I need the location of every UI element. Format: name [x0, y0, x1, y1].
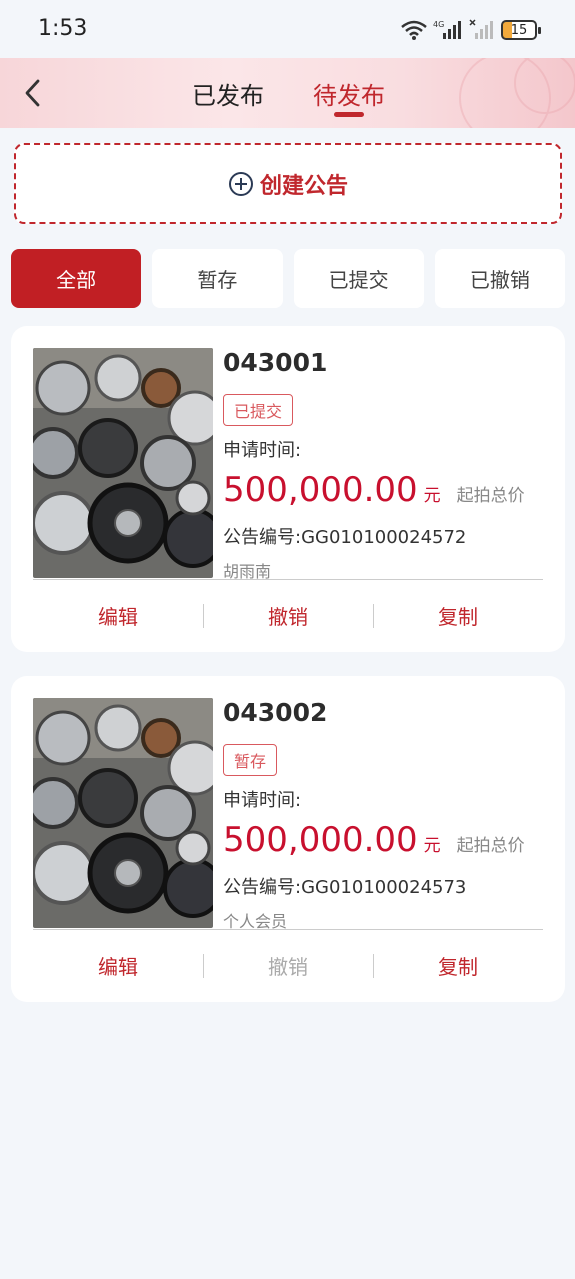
- price-type-label: 起拍总价: [456, 486, 525, 506]
- status-icons: 4G 15: [401, 18, 541, 42]
- status-badge: 暂存: [223, 744, 278, 776]
- wheel-rims-photo: [33, 348, 213, 578]
- announcement-card[interactable]: 043001 已提交 申请时间: 500,000.00 元 起拍总价 公告编号:…: [11, 326, 565, 652]
- status-time: 1:53: [38, 16, 88, 41]
- battery-icon: 15: [501, 20, 541, 40]
- tab-published[interactable]: 已发布: [192, 76, 264, 116]
- revoke-button[interactable]: 撤销: [203, 592, 373, 638]
- card-id: 043001: [223, 348, 328, 377]
- card-actions: 编辑 撤销 复制: [33, 942, 543, 988]
- copy-button[interactable]: 复制: [373, 942, 543, 988]
- status-bar: 1:53 4G 15: [0, 0, 575, 58]
- header-decoration: [459, 58, 575, 128]
- filter-submitted[interactable]: 已提交: [293, 249, 424, 308]
- edit-button[interactable]: 编辑: [33, 942, 203, 988]
- create-announcement-label: 创建公告: [259, 173, 348, 199]
- price-row: 500,000.00 元 起拍总价: [223, 820, 525, 860]
- revoke-button: 撤销: [203, 942, 373, 988]
- filter-revoked[interactable]: 已撤销: [434, 249, 565, 308]
- card-actions: 编辑 撤销 复制: [33, 592, 543, 638]
- filter-all[interactable]: 全部: [11, 249, 142, 308]
- chevron-left-icon: [25, 79, 40, 107]
- battery-level: 15: [510, 22, 528, 38]
- plus-circle-icon: [228, 171, 253, 196]
- tab-pending[interactable]: 待发布: [313, 76, 385, 116]
- top-nav-bar: 已发布 待发布: [0, 58, 575, 128]
- starting-price: 500,000.00: [223, 820, 418, 860]
- create-announcement-button[interactable]: 创建公告: [14, 143, 562, 224]
- starting-price: 500,000.00: [223, 470, 418, 510]
- announcement-number: 公告编号:GG010100024572: [223, 527, 467, 548]
- card-divider: [33, 929, 543, 930]
- svg-text:4G: 4G: [433, 20, 444, 29]
- status-filter-bar: 全部 暂存 已提交 已撤销: [11, 249, 565, 308]
- announcement-number: 公告编号:GG010100024573: [223, 877, 467, 898]
- apply-time-label: 申请时间:: [223, 440, 302, 461]
- cellular-signal-2-icon: [469, 19, 493, 39]
- apply-time-label: 申请时间:: [223, 790, 302, 811]
- copy-button[interactable]: 复制: [373, 592, 543, 638]
- status-badge: 已提交: [223, 394, 294, 426]
- edit-button[interactable]: 编辑: [33, 592, 203, 638]
- wifi-icon: [401, 20, 427, 40]
- card-id: 043002: [223, 698, 328, 727]
- back-button[interactable]: [18, 76, 50, 110]
- currency-unit: 元: [423, 836, 441, 856]
- filter-draft[interactable]: 暂存: [152, 249, 283, 308]
- price-type-label: 起拍总价: [456, 836, 525, 856]
- active-tab-indicator: [334, 112, 364, 117]
- announcement-card[interactable]: 043002 暂存 申请时间: 500,000.00 元 起拍总价 公告编号:G…: [11, 676, 565, 1002]
- cellular-signal-icon: 4G: [433, 20, 461, 39]
- card-divider: [33, 579, 543, 580]
- price-row: 500,000.00 元 起拍总价: [223, 470, 525, 510]
- wheel-rims-photo: [33, 698, 213, 928]
- currency-unit: 元: [423, 486, 441, 506]
